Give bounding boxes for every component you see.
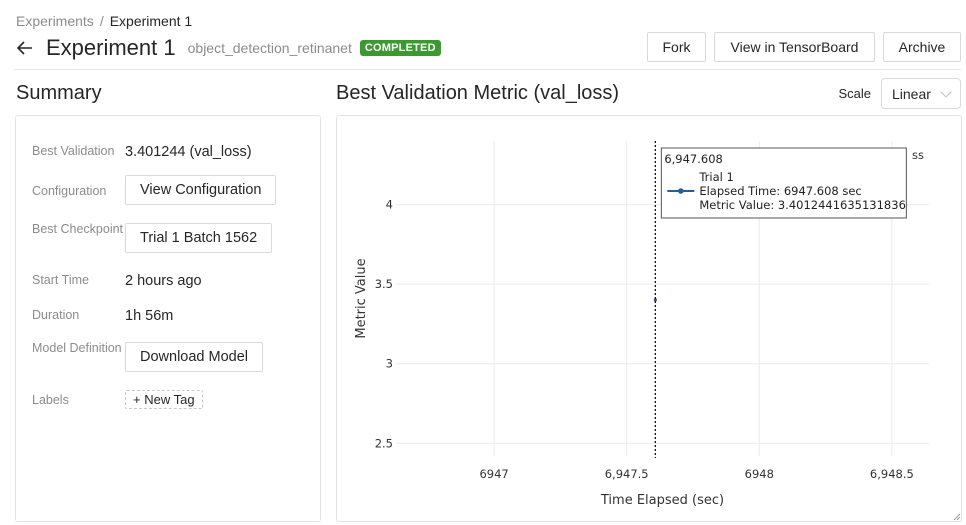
duration-value: 1h 56m xyxy=(125,308,174,324)
x-tick-label: 6948 xyxy=(745,467,774,481)
status-badge: COMPLETED xyxy=(359,40,441,56)
tooltip-metric-value: Metric Value: 3.4012441635131836 xyxy=(699,198,906,212)
breadcrumb-experiments-link[interactable]: Experiments xyxy=(16,13,94,29)
x-tick-label: 6,948.5 xyxy=(870,467,914,481)
summary-label: Labels xyxy=(32,393,69,407)
header-divider xyxy=(14,69,961,70)
tooltip-header: 6,947.608 xyxy=(664,152,723,166)
best-checkpoint-button[interactable]: Trial 1 Batch 1562 xyxy=(125,223,273,253)
back-arrow-icon[interactable] xyxy=(14,37,36,59)
y-tick-label: 2.5 xyxy=(375,436,393,450)
tooltip-series-swatch-dot xyxy=(678,188,684,194)
summary-title: Summary xyxy=(16,82,102,104)
summary-row-configuration: Configuration View Configuration xyxy=(32,175,310,205)
experiment-description: object_detection_retinanet xyxy=(187,40,352,56)
scale-select-value: Linear xyxy=(892,85,931,102)
summary-label: Best Checkpoint xyxy=(32,222,124,236)
x-tick-label: 6947 xyxy=(479,467,508,481)
summary-row-labels: Labels + New Tag xyxy=(32,390,310,409)
tooltip-series-name: Trial 1 xyxy=(698,170,733,184)
summary-card: Best Validation 3.401244 (val_loss) Conf… xyxy=(15,115,321,522)
summary-label: Configuration xyxy=(32,184,107,198)
y-tick-label: 4 xyxy=(386,198,393,212)
y-tick-label: 3 xyxy=(386,357,393,371)
chart-title: Best Validation Metric (val_loss) xyxy=(336,82,620,104)
summary-row-best-validation: Best Validation 3.401244 (val_loss) xyxy=(32,143,310,161)
summary-row-best-checkpoint: Best Checkpoint Trial 1 Batch 1562 xyxy=(32,221,310,253)
download-model-button[interactable]: Download Model xyxy=(125,342,264,372)
new-tag-button[interactable]: + New Tag xyxy=(125,390,203,409)
start-time-value: 2 hours ago xyxy=(125,273,202,289)
metric-chart[interactable]: 6947 6,947.5 6948 6,948.5 2.5 3 3.5 4 Time Elap… xyxy=(337,116,962,522)
y-tick-label: 3.5 xyxy=(375,277,393,291)
summary-label: Start Time xyxy=(32,273,89,287)
x-axis-title: Time Elapsed (sec) xyxy=(600,493,724,508)
archive-button[interactable]: Archive xyxy=(883,32,961,62)
scale-label: Scale xyxy=(838,86,871,101)
hover-tooltip: 6,947.608 Trial 1 Elapsed Time: 6947.608… xyxy=(660,147,907,219)
page-header: Experiment 1 object_detection_retinanet … xyxy=(14,34,441,62)
view-in-tensorboard-button[interactable]: View in TensorBoard xyxy=(714,32,875,62)
resize-handle-icon[interactable] xyxy=(953,513,961,521)
breadcrumb-separator: / xyxy=(99,13,104,29)
tick-layer: 6947 6,947.5 6948 6,948.5 2.5 3 3.5 4 xyxy=(375,198,914,481)
summary-row-start-time: Start Time 2 hours ago xyxy=(32,272,310,290)
y-axis-title: Metric Value xyxy=(354,258,369,338)
summary-row-model-definition: Model Definition Download Model xyxy=(32,340,310,372)
view-configuration-button[interactable]: View Configuration xyxy=(125,175,277,205)
summary-row-duration: Duration 1h 56m xyxy=(32,307,310,325)
tooltip-elapsed-time: Elapsed Time: 6947.608 sec xyxy=(699,184,861,198)
breadcrumb-current: Experiment 1 xyxy=(109,13,193,29)
scale-select[interactable]: Linear xyxy=(881,78,961,109)
fork-button[interactable]: Fork xyxy=(647,32,706,62)
summary-label: Duration xyxy=(32,308,80,322)
summary-label: Model Definition xyxy=(32,341,122,355)
legend-entry-val-loss[interactable]: ss xyxy=(912,148,924,162)
summary-label: Best Validation xyxy=(32,144,115,158)
page-title: Experiment 1 xyxy=(46,35,176,60)
breadcrumb: Experiments / Experiment 1 xyxy=(16,13,192,29)
chart-card: 6947 6,947.5 6948 6,948.5 2.5 3 3.5 4 Time Elap… xyxy=(336,115,962,522)
chevron-down-icon xyxy=(940,85,952,98)
x-tick-label: 6,947.5 xyxy=(605,467,649,481)
header-actions: Fork View in TensorBoard Archive xyxy=(647,32,961,62)
best-validation-value: 3.401244 (val_loss) xyxy=(125,144,252,160)
scale-control: Scale Linear xyxy=(838,78,961,109)
